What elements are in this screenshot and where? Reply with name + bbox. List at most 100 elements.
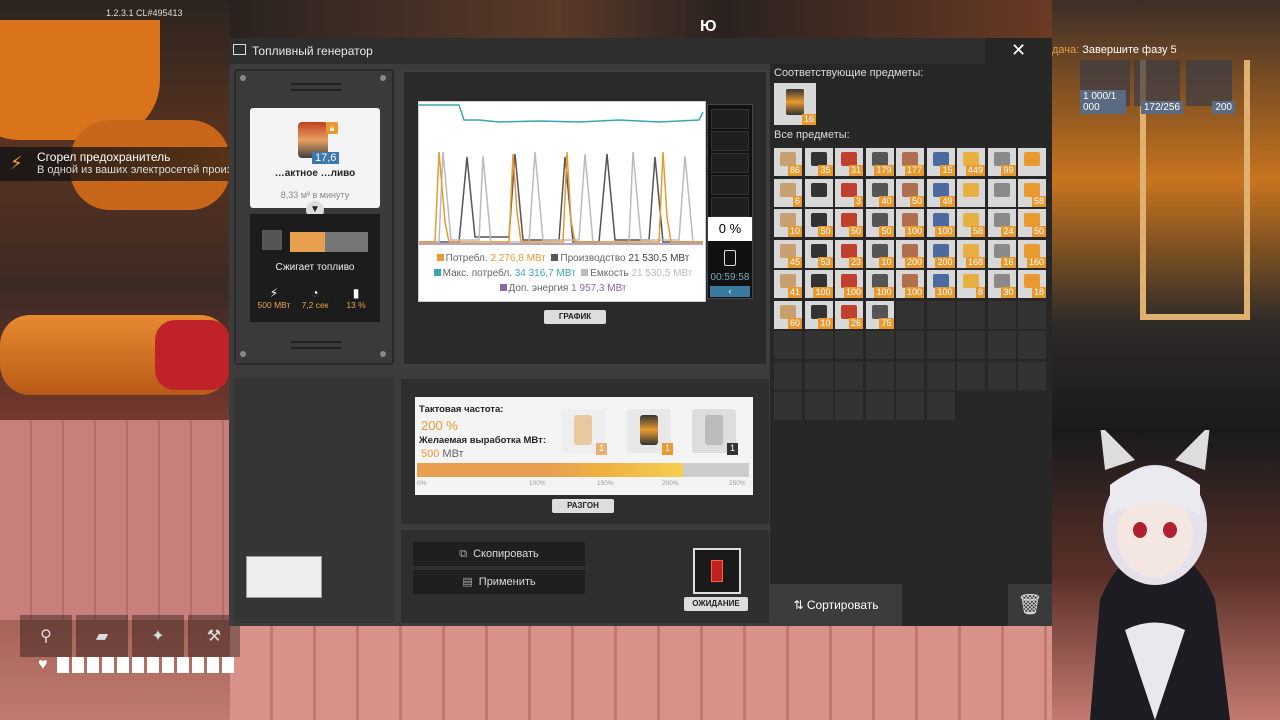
inventory-slot[interactable] <box>896 361 924 390</box>
inventory-slot[interactable]: 24 <box>987 209 1016 237</box>
inventory-slot[interactable] <box>987 361 1016 390</box>
inventory-slot[interactable]: 100 <box>835 270 863 298</box>
inventory-slot[interactable]: 177 <box>896 148 924 176</box>
inventory-slot[interactable]: 50 <box>865 209 894 237</box>
inventory-slot[interactable]: 100 <box>804 270 833 298</box>
inventory-slot[interactable] <box>835 392 863 420</box>
inventory-slot[interactable]: 10 <box>865 239 894 268</box>
close-button[interactable]: ✕ <box>985 38 1052 64</box>
clock-value[interactable]: 200 % <box>421 418 458 433</box>
inventory-slot[interactable]: 75 <box>865 300 894 329</box>
inventory-slot[interactable]: 50 <box>896 178 924 207</box>
inventory-slot[interactable]: 18 <box>1018 270 1046 298</box>
inventory-slot[interactable] <box>896 300 924 329</box>
inventory-slot[interactable] <box>957 178 985 207</box>
shard-slot-3[interactable]: 1 <box>692 409 738 455</box>
standby-switch[interactable] <box>693 548 741 594</box>
inventory-slot[interactable]: 10 <box>774 209 802 237</box>
inventory-slot[interactable] <box>1018 331 1046 359</box>
inventory-slot[interactable] <box>774 361 802 390</box>
inventory-slot[interactable]: 31 <box>835 148 863 176</box>
inventory-slot[interactable] <box>987 300 1016 329</box>
inventory-slot[interactable]: 100 <box>926 270 955 298</box>
trash-icon[interactable]: 🗑︎ <box>1008 584 1052 626</box>
inventory-slot[interactable]: 15 <box>926 148 955 176</box>
inventory-slot[interactable]: 23 <box>835 239 863 268</box>
shard-slot-2[interactable]: 1 <box>627 409 673 455</box>
inventory-slot[interactable]: 160 <box>1018 239 1046 268</box>
inventory-slot[interactable]: 8 <box>957 270 985 298</box>
shard-slot-1[interactable]: 1 <box>561 409 607 455</box>
inventory-slot[interactable] <box>896 392 924 420</box>
inventory-slot[interactable] <box>896 331 924 359</box>
inventory-slot[interactable]: 100 <box>896 270 924 298</box>
matching-item-slot[interactable]: 16 <box>774 83 816 125</box>
inventory-slot[interactable]: 86 <box>774 148 802 176</box>
inventory-slot[interactable] <box>926 392 955 420</box>
inventory-slot[interactable]: 6 <box>774 178 802 207</box>
inventory-slot[interactable]: 49 <box>926 178 955 207</box>
hotbar-slot-1[interactable]: ⚲ <box>20 615 72 657</box>
inventory-slot[interactable] <box>987 331 1016 359</box>
standby-label[interactable]: ОЖИДАНИЕ <box>684 597 748 611</box>
graph-tab[interactable]: ГРАФИК <box>544 310 606 324</box>
inventory-slot[interactable]: 50 <box>1018 209 1046 237</box>
overclock-tab[interactable]: РАЗГОН <box>552 499 614 513</box>
collapse-button[interactable]: ‹ <box>710 286 750 297</box>
inventory-slot[interactable]: 3 <box>835 178 863 207</box>
inventory-slot[interactable]: 50 <box>804 209 833 237</box>
inventory-slot[interactable] <box>865 392 894 420</box>
inventory-slot[interactable]: 100 <box>865 270 894 298</box>
inventory-slot[interactable] <box>865 331 894 359</box>
inventory-slot[interactable] <box>774 392 802 420</box>
inventory-slot[interactable] <box>804 361 833 390</box>
inventory-slot[interactable]: 35 <box>804 148 833 176</box>
inventory-slot[interactable]: 30 <box>987 270 1016 298</box>
sort-button[interactable]: ⇅ Сортировать <box>770 584 902 626</box>
inventory-slot[interactable]: 50 <box>835 209 863 237</box>
hotbar-slot-2[interactable]: ▰ <box>76 615 128 657</box>
inventory-slot[interactable]: 449 <box>957 148 985 176</box>
inventory-slot[interactable] <box>926 361 955 390</box>
inventory-slot[interactable]: 200 <box>926 239 955 268</box>
inventory-slot[interactable] <box>835 331 863 359</box>
inventory-slot[interactable]: 26 <box>835 300 863 329</box>
paste-button[interactable]: ▤ Применить <box>413 570 585 594</box>
inventory-slot[interactable] <box>865 361 894 390</box>
inventory-slot[interactable] <box>957 331 985 359</box>
inventory-slot[interactable]: 10 <box>804 300 833 329</box>
inventory-slot[interactable]: 58 <box>957 209 985 237</box>
inventory-slot[interactable]: 100 <box>926 209 955 237</box>
fuel-input-slot[interactable]: 🔒︎ 17,6 …актное …ливо 8,33 м³ в минуту <box>250 108 380 208</box>
inventory-slot[interactable]: 16 <box>987 239 1016 268</box>
inventory-slot[interactable]: 200 <box>896 239 924 268</box>
inventory-slot[interactable] <box>1018 300 1046 329</box>
inventory-slot[interactable] <box>1018 361 1046 390</box>
inventory-slot[interactable]: 45 <box>774 239 802 268</box>
hotbar-slot-3[interactable]: ✦ <box>132 615 184 657</box>
inventory-slot[interactable]: 58 <box>1018 178 1046 207</box>
inventory-slot[interactable] <box>926 331 955 359</box>
inventory-slot[interactable] <box>774 331 802 359</box>
inventory-slot[interactable] <box>804 178 833 207</box>
copy-button[interactable]: ⧉ Скопировать <box>413 542 585 566</box>
inventory-slot[interactable]: 60 <box>774 300 802 329</box>
inventory-slot[interactable] <box>957 361 985 390</box>
inventory-slot[interactable] <box>835 361 863 390</box>
inventory-slot[interactable]: 41 <box>774 270 802 298</box>
inventory-slot[interactable]: 179 <box>865 148 894 176</box>
inventory-slot[interactable] <box>804 392 833 420</box>
inventory-slot[interactable]: 40 <box>865 178 894 207</box>
inventory-slot[interactable] <box>957 300 985 329</box>
inventory-slot[interactable] <box>987 178 1016 207</box>
inventory-slot[interactable] <box>926 300 955 329</box>
inventory-slot[interactable]: 100 <box>896 209 924 237</box>
inventory-slot[interactable]: 53 <box>804 239 833 268</box>
inventory-slot[interactable] <box>804 331 833 359</box>
output-field[interactable]: 500 МВт <box>421 448 464 460</box>
inventory-slot[interactable] <box>1018 148 1046 176</box>
power-info-card[interactable] <box>246 556 322 598</box>
inventory-slot[interactable]: 168 <box>957 239 985 268</box>
overclock-slider[interactable] <box>417 463 749 477</box>
inventory-slot[interactable]: 99 <box>987 148 1016 176</box>
